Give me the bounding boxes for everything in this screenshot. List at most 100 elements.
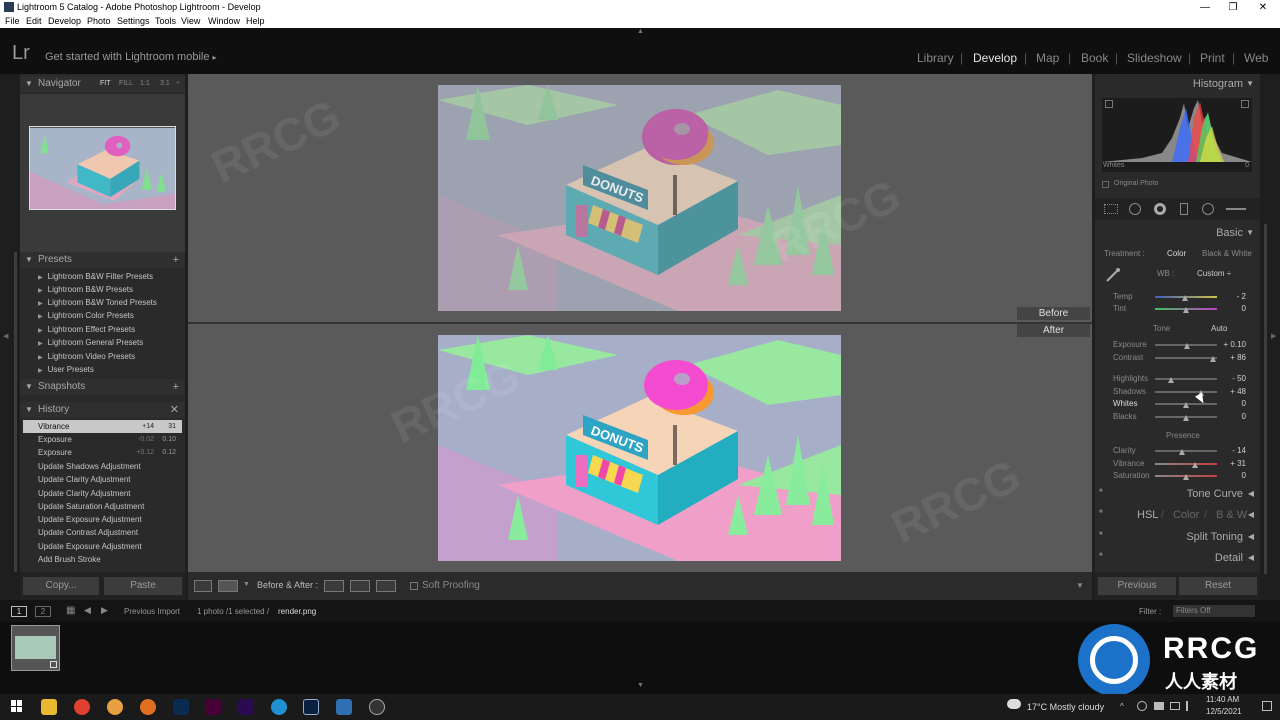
- module-web[interactable]: Web: [1244, 51, 1268, 65]
- history-item[interactable]: Vibrance +14 31: [23, 420, 182, 433]
- module-develop[interactable]: Develop: [973, 51, 1017, 65]
- lightroom-taskbar-icon[interactable]: [303, 699, 319, 715]
- tone-auto-button[interactable]: Auto: [1211, 324, 1227, 333]
- history-item[interactable]: Update Clarity Adjustment: [23, 473, 182, 486]
- reset-button[interactable]: Reset: [1179, 577, 1257, 595]
- zoom-fit[interactable]: FIT: [100, 76, 111, 92]
- preset-folder[interactable]: ▶ Lightroom Effect Presets: [38, 325, 135, 334]
- zoom-1-1[interactable]: 1:1: [140, 76, 150, 92]
- tone-curve-header[interactable]: ■ Tone Curve ◀: [1095, 486, 1260, 506]
- crop-tool-icon[interactable]: [1104, 204, 1118, 214]
- zoom-fill[interactable]: FILL: [119, 76, 133, 92]
- keyboard-icon[interactable]: [1154, 702, 1164, 710]
- mobile-promo-link[interactable]: Get started with Lightroom mobile ▸: [45, 51, 217, 63]
- snapshots-header[interactable]: ▼ Snapshots +: [20, 379, 185, 395]
- menu-photo[interactable]: Photo: [87, 15, 111, 28]
- navigator-thumbnail[interactable]: [29, 126, 176, 210]
- tray-chevron-icon[interactable]: ^: [1120, 702, 1124, 711]
- wb-select[interactable]: Custom ÷: [1197, 269, 1231, 278]
- slider-thumb-whites[interactable]: [1183, 402, 1189, 408]
- slider-value-tint[interactable]: 0: [1242, 304, 1246, 313]
- chrome-icon[interactable]: [74, 699, 90, 715]
- slider-value-exposure[interactable]: + 0.10: [1224, 340, 1246, 349]
- original-photo-checkbox[interactable]: [1102, 181, 1109, 188]
- slider-thumb-saturation[interactable]: [1183, 474, 1189, 480]
- notifications-icon[interactable]: [1262, 701, 1272, 711]
- primary-window-button[interactable]: 1: [11, 606, 27, 617]
- histogram-header[interactable]: Histogram ▼: [1095, 78, 1260, 98]
- grid-view-icon[interactable]: ▦: [66, 605, 75, 616]
- slider-thumb-temp[interactable]: [1181, 295, 1188, 301]
- filmstrip-thumbnail[interactable]: [11, 625, 60, 671]
- clock-time[interactable]: 11:40 AM: [1206, 695, 1239, 704]
- preset-folder[interactable]: ▶ Lightroom B&W Presets: [38, 285, 133, 294]
- close-button[interactable]: ✕: [1248, 0, 1278, 15]
- right-panel-scrollbar[interactable]: [1264, 224, 1267, 574]
- module-book[interactable]: Book: [1081, 51, 1108, 65]
- before-photo[interactable]: DONUTS: [438, 85, 841, 311]
- soft-proofing-checkbox[interactable]: [410, 582, 418, 590]
- clear-history-button[interactable]: ✕: [170, 402, 179, 418]
- toolbar-menu-arrow-icon[interactable]: ▼: [1076, 581, 1084, 590]
- collapse-top-arrow-icon[interactable]: ▲: [637, 28, 644, 35]
- preset-folder[interactable]: ▶ Lightroom Color Presets: [38, 311, 134, 320]
- volume-icon[interactable]: [1186, 701, 1196, 711]
- restore-button[interactable]: ❐: [1218, 0, 1248, 15]
- history-header[interactable]: ▼ History ✕: [20, 402, 185, 418]
- blender-icon[interactable]: [140, 699, 156, 715]
- settings-app-icon[interactable]: [369, 699, 385, 715]
- slider-track-shadows[interactable]: [1155, 391, 1217, 393]
- history-item[interactable]: Update Exposure Adjustment: [23, 540, 182, 553]
- history-item[interactable]: Exposure -0.02 0.10: [23, 433, 182, 446]
- slider-track-vibrance[interactable]: [1155, 463, 1217, 465]
- menu-window[interactable]: Window: [208, 15, 240, 28]
- zoom-stepper-icon[interactable]: ÷: [176, 76, 180, 92]
- network-icon[interactable]: [1170, 702, 1180, 710]
- menu-file[interactable]: File: [5, 15, 20, 28]
- history-item[interactable]: Exposure +0.12 0.12: [23, 446, 182, 459]
- hsl-tab[interactable]: HSL: [1137, 509, 1158, 521]
- white-balance-eyedropper-icon[interactable]: [1105, 267, 1121, 283]
- adjustment-brush-icon[interactable]: [1226, 208, 1246, 210]
- graduated-filter-icon[interactable]: [1180, 203, 1188, 215]
- dropdown-arrow-icon[interactable]: ▼: [243, 581, 250, 588]
- history-item[interactable]: Add Brush Stroke: [23, 553, 182, 566]
- menu-view[interactable]: View: [181, 15, 200, 28]
- previous-button[interactable]: Previous: [1098, 577, 1176, 595]
- secondary-window-button[interactable]: 2: [35, 606, 51, 617]
- preset-folder[interactable]: ▶ Lightroom B&W Filter Presets: [38, 272, 153, 281]
- collapse-right-arrow-icon[interactable]: ▶: [1271, 332, 1276, 340]
- menu-tools[interactable]: Tools: [155, 15, 176, 28]
- menu-edit[interactable]: Edit: [26, 15, 42, 28]
- tray-app-icon[interactable]: [1137, 701, 1147, 711]
- slider-thumb-vibrance[interactable]: [1192, 462, 1199, 468]
- collapse-bottom-arrow-icon[interactable]: ▼: [637, 682, 644, 689]
- photoshop-icon[interactable]: [173, 699, 189, 715]
- slider-thumb-highlights[interactable]: [1167, 377, 1174, 383]
- left-panel-scrollbar[interactable]: [14, 252, 17, 572]
- clock-date[interactable]: 12/5/2021: [1206, 707, 1242, 716]
- slider-value-vibrance[interactable]: + 31: [1230, 459, 1246, 468]
- slider-thumb-exposure[interactable]: [1183, 343, 1190, 349]
- zoom-ratio[interactable]: 3:1: [160, 76, 170, 92]
- preset-folder[interactable]: ▶ Lightroom General Presets: [38, 338, 143, 347]
- slider-track-clarity[interactable]: [1155, 450, 1217, 452]
- menu-help[interactable]: Help: [246, 15, 265, 28]
- menu-settings[interactable]: Settings: [117, 15, 150, 28]
- basic-header[interactable]: Basic ▼: [1095, 227, 1260, 247]
- minimize-button[interactable]: —: [1190, 0, 1220, 15]
- slider-thumb-contrast[interactable]: [1209, 356, 1216, 362]
- adobe-xd-icon[interactable]: [205, 699, 221, 715]
- navigator-header[interactable]: ▼ Navigator FIT FILL 1:1 3:1 ÷: [20, 76, 185, 92]
- collapse-left-arrow-icon[interactable]: ◀: [3, 332, 8, 340]
- slider-value-highlights[interactable]: - 50: [1232, 374, 1246, 383]
- highlight-clipping-indicator[interactable]: [1241, 100, 1249, 108]
- filter-select[interactable]: Filters Off: [1173, 605, 1255, 617]
- slider-value-contrast[interactable]: + 86: [1230, 353, 1246, 362]
- slider-track-highlights[interactable]: [1155, 378, 1217, 380]
- firefox-icon[interactable]: [107, 699, 123, 715]
- copy-before-to-after-icon[interactable]: [324, 580, 344, 592]
- copy-button[interactable]: Copy...: [23, 577, 99, 595]
- presets-header[interactable]: ▼ Presets +: [20, 252, 185, 268]
- menu-develop[interactable]: Develop: [48, 15, 81, 28]
